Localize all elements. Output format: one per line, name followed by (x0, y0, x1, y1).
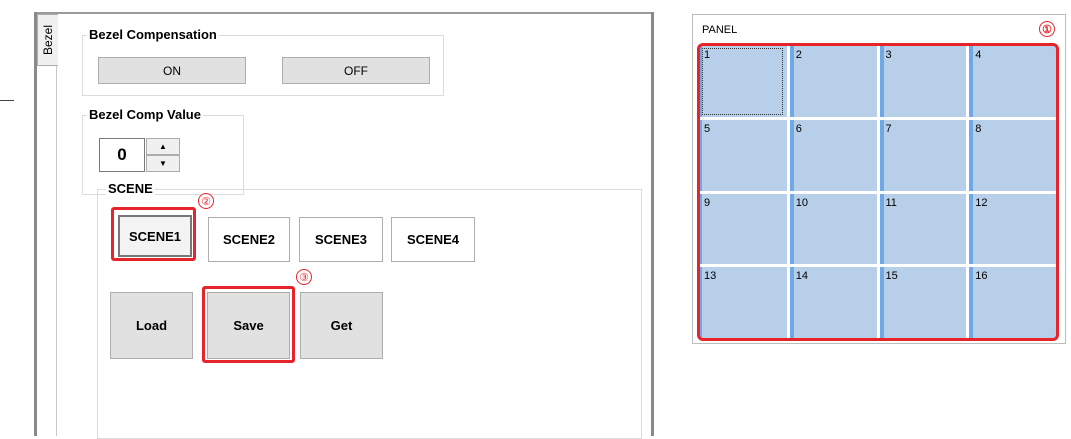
tab-bezel[interactable]: Bezel (37, 14, 58, 66)
load-button[interactable]: Load (110, 292, 193, 359)
annotation-1-marker: ① (1039, 21, 1055, 37)
panel-title: PANEL (702, 24, 738, 36)
scene2-button[interactable]: SCENE2 (208, 217, 290, 262)
window-frame-top (34, 12, 654, 14)
scene-title: SCENE (106, 181, 155, 196)
panel-grid-highlight-box (697, 43, 1059, 341)
annotation-2-marker: ② (198, 193, 214, 209)
spin-up-button[interactable]: ▲ (146, 138, 180, 155)
edge-mark (0, 100, 14, 101)
spin-down-button[interactable]: ▼ (146, 155, 180, 172)
bezel-comp-value-input[interactable]: 0 (99, 138, 145, 172)
bezel-comp-value-title: Bezel Comp Value (87, 107, 203, 122)
window-frame-right (651, 12, 654, 436)
scene3-button[interactable]: SCENE3 (299, 217, 383, 262)
save-highlight-box (202, 286, 295, 363)
tab-strip (37, 14, 57, 436)
bezel-on-button[interactable]: ON (98, 57, 246, 84)
tab-bezel-label: Bezel (41, 24, 55, 56)
scene1-highlight-box (111, 207, 196, 261)
bezel-compensation-title: Bezel Compensation (87, 27, 219, 42)
bezel-off-button[interactable]: OFF (282, 57, 430, 84)
annotation-3-marker: ③ (296, 269, 312, 285)
scene4-button[interactable]: SCENE4 (391, 217, 475, 262)
get-button[interactable]: Get (300, 292, 383, 359)
